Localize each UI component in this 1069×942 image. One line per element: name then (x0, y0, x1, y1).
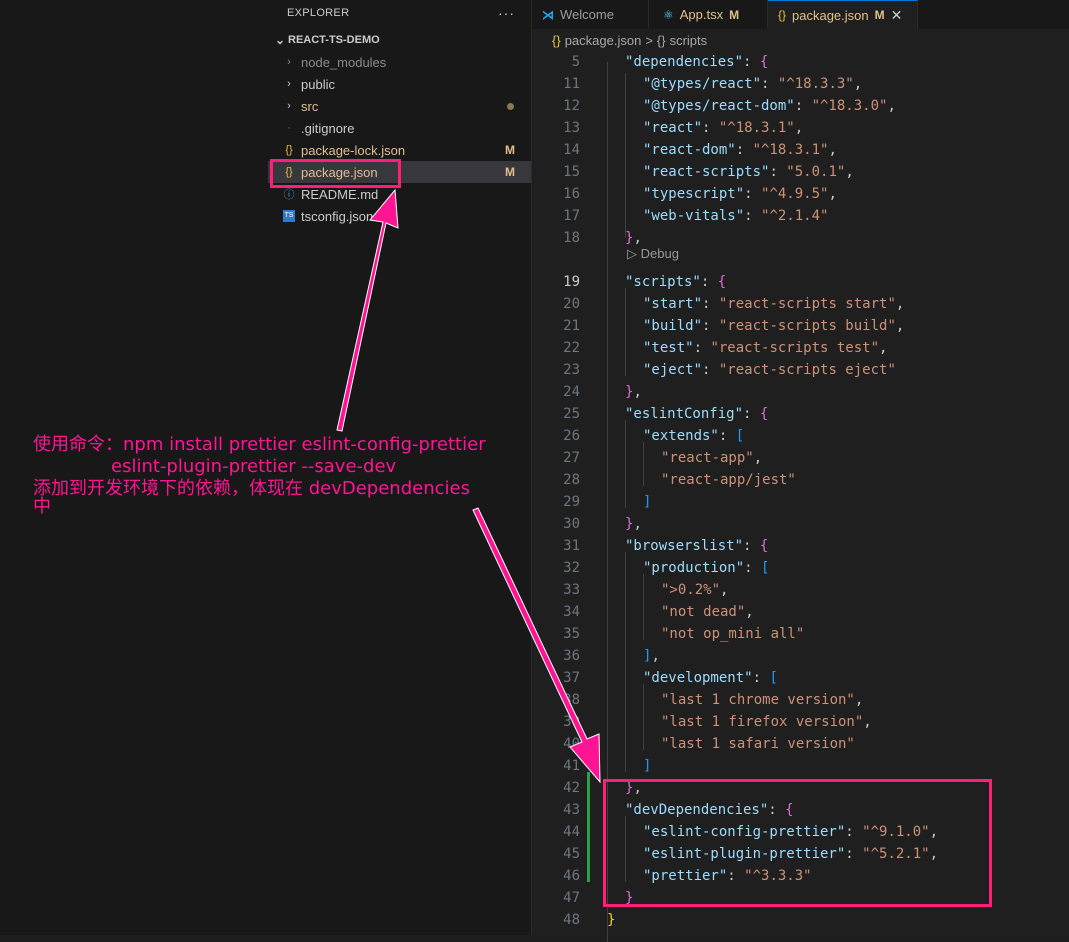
arrow-to-package-json (336, 188, 399, 432)
annotation-arrows (336, 188, 601, 784)
arrow-to-dev-dependencies (472, 507, 601, 784)
